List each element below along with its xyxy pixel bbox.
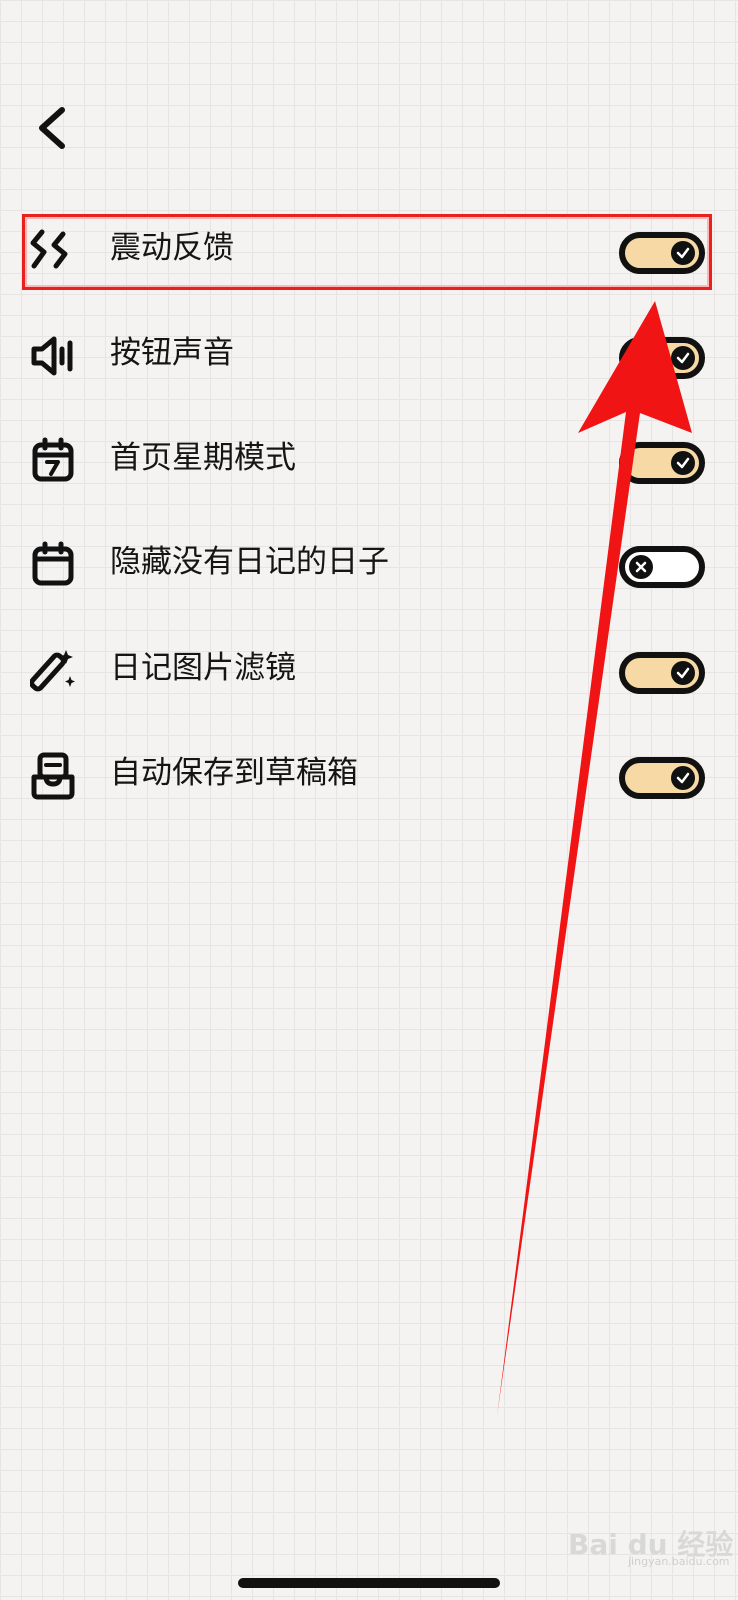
back-button[interactable] [30,100,80,156]
setting-label: 自动保存到草稿箱 [110,755,358,791]
setting-label: 日记图片滤镜 [110,650,296,686]
check-icon [671,766,695,790]
image-filter-toggle[interactable] [619,652,705,694]
magic-wand-icon [29,646,80,696]
check-icon [671,346,695,370]
watermark-sub: jingyan.baidu.com [628,1555,730,1568]
setting-row-auto-save-drafts[interactable]: 自动保存到草稿箱 [0,733,738,813]
drafts-inbox-icon [30,751,80,801]
hide-empty-days-toggle[interactable] [619,546,705,588]
home-indicator [238,1578,500,1588]
annotation-highlight-box [22,214,712,290]
setting-row-hide-empty-days[interactable]: 隐藏没有日记的日子 [0,522,738,602]
button-sound-toggle[interactable] [619,337,705,379]
setting-label: 按钮声音 [110,335,234,371]
setting-row-image-filter[interactable]: 日记图片滤镜 [0,628,738,708]
week-mode-toggle[interactable] [619,442,705,484]
auto-save-toggle[interactable] [619,757,705,799]
setting-row-button-sound[interactable]: 按钮声音 [0,313,738,393]
speaker-icon [30,331,80,381]
check-icon [671,451,695,475]
chevron-left-icon [39,107,65,149]
close-icon [629,555,653,579]
setting-row-week-mode[interactable]: 首页星期模式 [0,418,738,498]
setting-label: 隐藏没有日记的日子 [110,544,389,580]
calendar-7-icon [30,436,80,486]
check-icon [671,661,695,685]
baidu-watermark: Bai du 经验 jingyan.baidu.com [568,1523,733,1568]
calendar-icon [30,540,80,590]
setting-label: 首页星期模式 [110,440,296,476]
